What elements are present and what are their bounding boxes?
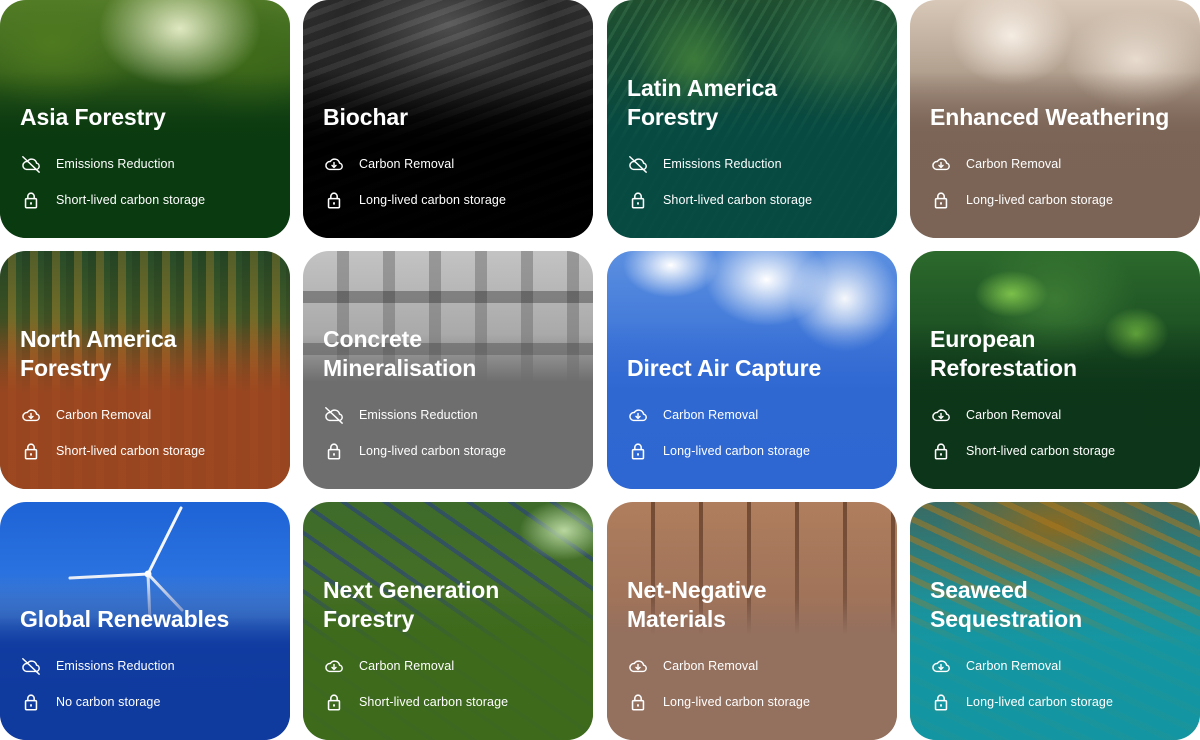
lock-icon — [327, 443, 341, 460]
card-type-row: Emissions Reduction — [20, 656, 175, 676]
card-type-row: Emissions Reduction — [323, 405, 478, 425]
cloud-download-icon — [932, 158, 950, 171]
card-storage-row: Long-lived carbon storage — [323, 190, 506, 210]
card-storage-label: Short-lived carbon storage — [663, 193, 813, 207]
card-type-label: Carbon Removal — [56, 408, 152, 422]
lock-icon — [631, 192, 645, 209]
card-type-label: Carbon Removal — [966, 157, 1062, 171]
card-type-label: Carbon Removal — [663, 659, 759, 673]
card-type-row: Carbon Removal — [323, 154, 454, 174]
lock-icon — [327, 694, 341, 711]
card-type-row: Carbon Removal — [930, 656, 1061, 676]
card-type-label: Carbon Removal — [966, 408, 1062, 422]
card-asia-forestry[interactable]: Asia Forestry Emissions Reduction Short-… — [0, 0, 290, 238]
lock-icon — [934, 694, 948, 711]
lock-icon — [24, 694, 38, 711]
card-biochar[interactable]: Biochar Carbon Removal Long-lived carbon… — [303, 0, 593, 238]
card-storage-row: Short-lived carbon storage — [323, 692, 508, 712]
card-type-label: Emissions Reduction — [359, 408, 478, 422]
card-storage-row: Long-lived carbon storage — [930, 190, 1113, 210]
cloud-download-icon — [629, 409, 647, 422]
cloud-off-icon — [325, 407, 343, 424]
card-european-reforestation[interactable]: European Reforestation Carbon Removal Sh… — [910, 251, 1200, 489]
cloud-off-icon — [629, 156, 647, 173]
card-enhanced-weathering[interactable]: Enhanced Weathering Carbon Removal Long-… — [910, 0, 1200, 238]
card-title: Asia Forestry — [20, 104, 166, 130]
card-type-row: Emissions Reduction — [627, 154, 782, 174]
card-storage-row: Short-lived carbon storage — [20, 441, 205, 461]
card-net-negative-materials[interactable]: Net-Negative Materials Carbon Removal Lo… — [607, 502, 897, 740]
card-north-america-forestry[interactable]: North America Forestry Carbon Removal Sh… — [0, 251, 290, 489]
card-storage-row: Long-lived carbon storage — [930, 692, 1113, 712]
card-type-label: Emissions Reduction — [56, 157, 175, 171]
card-title: Latin America Forestry — [627, 75, 777, 130]
cloud-download-icon — [325, 660, 343, 673]
card-concrete-mineralisation[interactable]: Concrete Mineralisation Emissions Reduct… — [303, 251, 593, 489]
project-type-grid: Asia Forestry Emissions Reduction Short-… — [0, 0, 1200, 740]
card-title: Global Renewables — [20, 606, 230, 632]
card-storage-row: Short-lived carbon storage — [930, 441, 1115, 461]
card-storage-row: Long-lived carbon storage — [323, 441, 506, 461]
lock-icon — [327, 192, 341, 209]
cloud-download-icon — [22, 409, 40, 422]
card-storage-label: Short-lived carbon storage — [966, 444, 1116, 458]
cloud-download-icon — [932, 409, 950, 422]
card-type-row: Carbon Removal — [627, 656, 758, 676]
card-type-label: Carbon Removal — [966, 659, 1062, 673]
lock-icon — [631, 443, 645, 460]
card-storage-row: Short-lived carbon storage — [20, 190, 205, 210]
lock-icon — [934, 443, 948, 460]
card-type-label: Carbon Removal — [663, 408, 759, 422]
card-type-row: Carbon Removal — [323, 656, 454, 676]
card-storage-label: No carbon storage — [56, 695, 161, 709]
card-storage-label: Long-lived carbon storage — [966, 695, 1114, 709]
cloud-off-icon — [22, 658, 40, 675]
card-storage-row: Short-lived carbon storage — [627, 190, 812, 210]
card-title: Concrete Mineralisation — [323, 326, 477, 381]
card-storage-row: No carbon storage — [20, 692, 161, 712]
card-type-row: Carbon Removal — [20, 405, 151, 425]
card-type-row: Carbon Removal — [930, 405, 1061, 425]
card-title: Direct Air Capture — [627, 355, 822, 381]
cloud-off-icon — [22, 156, 40, 173]
cloud-download-icon — [932, 660, 950, 673]
card-next-generation-forestry[interactable]: Next Generation Forestry Carbon Removal … — [303, 502, 593, 740]
card-type-label: Emissions Reduction — [56, 659, 175, 673]
card-storage-row: Long-lived carbon storage — [627, 441, 810, 461]
lock-icon — [24, 443, 38, 460]
card-storage-label: Short-lived carbon storage — [359, 695, 509, 709]
lock-icon — [934, 192, 948, 209]
cloud-download-icon — [325, 158, 343, 171]
lock-icon — [631, 694, 645, 711]
card-type-row: Carbon Removal — [627, 405, 758, 425]
card-title: Net-Negative Materials — [627, 577, 767, 632]
card-storage-label: Long-lived carbon storage — [359, 193, 507, 207]
card-type-row: Emissions Reduction — [20, 154, 175, 174]
card-storage-label: Short-lived carbon storage — [56, 444, 206, 458]
card-type-row: Carbon Removal — [930, 154, 1061, 174]
card-storage-label: Long-lived carbon storage — [663, 695, 811, 709]
card-type-label: Carbon Removal — [359, 157, 455, 171]
card-title: Seaweed Sequestration — [930, 577, 1083, 632]
card-title: Next Generation Forestry — [323, 577, 500, 632]
card-latin-america-forestry[interactable]: Latin America Forestry Emissions Reducti… — [607, 0, 897, 238]
card-storage-label: Long-lived carbon storage — [359, 444, 507, 458]
card-storage-row: Long-lived carbon storage — [627, 692, 810, 712]
card-title: European Reforestation — [930, 326, 1077, 381]
card-title: North America Forestry — [20, 326, 177, 381]
cloud-download-icon — [629, 660, 647, 673]
card-type-label: Carbon Removal — [359, 659, 455, 673]
card-title: Biochar — [323, 104, 408, 130]
card-title: Enhanced Weathering — [930, 104, 1170, 130]
lock-icon — [24, 192, 38, 209]
card-storage-label: Short-lived carbon storage — [56, 193, 206, 207]
card-global-renewables[interactable]: Global Renewables Emissions Reduction No… — [0, 502, 290, 740]
card-storage-label: Long-lived carbon storage — [966, 193, 1114, 207]
card-storage-label: Long-lived carbon storage — [663, 444, 811, 458]
card-direct-air-capture[interactable]: Direct Air Capture Carbon Removal Long-l… — [607, 251, 897, 489]
card-type-label: Emissions Reduction — [663, 157, 782, 171]
card-seaweed-sequestration[interactable]: Seaweed Sequestration Carbon Removal Lon… — [910, 502, 1200, 740]
